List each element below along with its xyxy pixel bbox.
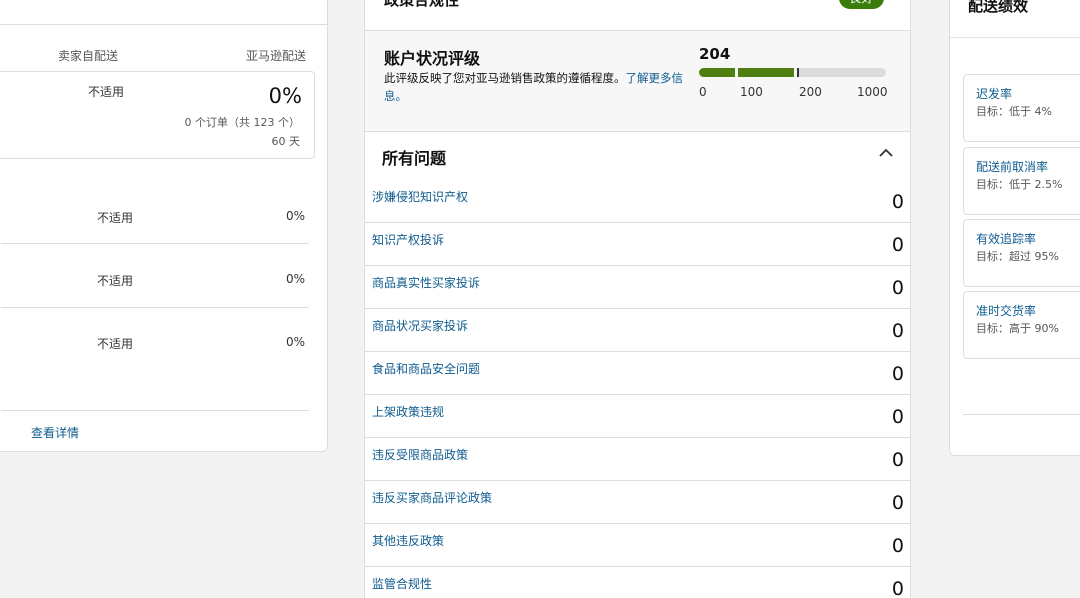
- issue-link[interactable]: 涉嫌侵犯知识产权: [372, 188, 468, 205]
- metric-target: 目标：低于 2.5%: [976, 178, 1063, 191]
- seller-fulfilled-value: 不适用: [96, 274, 133, 288]
- issue-row: 涉嫌侵犯知识产权 0: [365, 180, 910, 223]
- issue-link[interactable]: 监管合规性: [372, 575, 432, 592]
- fulfillment-panel: 卖家自配送 亚马逊配送 不适用 0% 0 个订单（共 123 个） 60 天 不…: [0, 0, 329, 452]
- issue-link[interactable]: 食品和商品安全问题: [372, 360, 480, 377]
- time-window: 60 天: [271, 135, 301, 148]
- view-details-link[interactable]: 查看详情: [31, 424, 79, 441]
- amazon-fulfilled-value: 0%: [285, 272, 305, 286]
- score-bar-segment-filled: [738, 68, 794, 77]
- amazon-fulfilled-value: 0%: [285, 335, 305, 349]
- shipping-performance-panel: 配送绩效 迟发率 目标：低于 4% 配送前取消率 目标：低于 2.5% 有效追踪…: [949, 0, 1080, 456]
- metric-card-late-shipment[interactable]: 迟发率 目标：低于 4%: [963, 74, 1080, 142]
- seller-fulfilled-value: 不适用: [87, 85, 124, 99]
- metric-row: 不适用 0%: [1, 209, 309, 237]
- scale-tick: 0: [699, 85, 707, 99]
- scale-tick: 200: [799, 85, 822, 99]
- issue-count: 0: [891, 191, 904, 213]
- panel-title: 配送绩效: [968, 0, 1029, 15]
- panel-header: [0, 1, 329, 25]
- defect-rate-card: 不适用 0% 0 个订单（共 123 个） 60 天: [0, 71, 315, 159]
- issue-link[interactable]: 违反受限商品政策: [372, 446, 468, 463]
- issue-link[interactable]: 知识产权投诉: [372, 231, 444, 248]
- status-badge: 良好: [839, 0, 884, 9]
- panel-title: 政策合规性: [384, 0, 460, 9]
- order-count: 0 个订单（共 123 个）: [184, 116, 300, 129]
- divider: [963, 414, 1080, 415]
- issue-count: 0: [891, 234, 904, 256]
- metric-name: 准时交货率: [976, 304, 1037, 318]
- issue-count: 0: [891, 363, 904, 385]
- divider: [1, 307, 309, 308]
- all-issues-title: 所有问题: [382, 149, 447, 168]
- issue-count: 0: [891, 535, 904, 557]
- ahr-score: 204: [699, 45, 731, 63]
- issue-link[interactable]: 商品真实性买家投诉: [372, 274, 480, 291]
- divider: [950, 37, 1080, 38]
- seller-fulfilled-value: 不适用: [96, 211, 133, 225]
- issue-count: 0: [891, 320, 904, 342]
- issue-count: 0: [891, 277, 904, 299]
- policy-compliance-panel: 政策合规性 良好 账户状况评级 此评级反映了您对亚马逊销售政策的遵循程度。了解更…: [364, 0, 911, 598]
- issue-row: 商品真实性买家投诉 0: [365, 266, 910, 309]
- column-header-seller-fulfilled: 卖家自配送: [58, 49, 119, 63]
- metric-target: 目标：超过 95%: [976, 250, 1059, 263]
- metric-row: 不适用 0%: [1, 272, 309, 300]
- score-bar-segment-critical: [699, 68, 735, 77]
- issue-row: 其他违反政策 0: [365, 524, 910, 567]
- seller-fulfilled-value: 不适用: [96, 337, 133, 351]
- amazon-fulfilled-value: 0%: [285, 209, 305, 223]
- issue-row: 违反买家商品评论政策 0: [365, 481, 910, 524]
- issue-count: 0: [891, 406, 904, 428]
- metric-name: 有效追踪率: [976, 232, 1037, 246]
- ahr-title: 账户状况评级: [384, 49, 481, 68]
- score-bar-segment-empty: [799, 68, 886, 77]
- metric-target: 目标：高于 90%: [976, 322, 1059, 335]
- chevron-up-icon[interactable]: [877, 146, 895, 160]
- issue-count: 0: [891, 578, 904, 598]
- metric-card-on-time-delivery[interactable]: 准时交货率 目标：高于 90%: [963, 291, 1080, 359]
- metric-card-valid-tracking[interactable]: 有效追踪率 目标：超过 95%: [963, 219, 1080, 287]
- metric-name: 迟发率: [976, 87, 1013, 101]
- divider: [1, 243, 309, 244]
- issue-count: 0: [891, 449, 904, 471]
- issue-link[interactable]: 违反买家商品评论政策: [372, 489, 492, 506]
- amazon-fulfilled-rate: 0%: [268, 84, 302, 108]
- account-health-rating: 账户状况评级 此评级反映了您对亚马逊销售政策的遵循程度。了解更多信息。 204 …: [365, 30, 910, 132]
- metric-card-pre-fulfillment-cancel[interactable]: 配送前取消率 目标：低于 2.5%: [963, 147, 1080, 215]
- issue-row: 商品状况买家投诉 0: [365, 309, 910, 352]
- column-header-amazon-fulfilled: 亚马逊配送: [246, 49, 307, 63]
- issue-link[interactable]: 其他违反政策: [372, 532, 444, 549]
- issue-count: 0: [891, 492, 904, 514]
- ahr-description-text: 此评级反映了您对亚马逊销售政策的遵循程度。: [384, 71, 626, 85]
- issue-link[interactable]: 上架政策违规: [372, 403, 444, 420]
- metric-target: 目标：低于 4%: [976, 105, 1052, 118]
- metric-name: 配送前取消率: [976, 160, 1049, 174]
- ahr-description: 此评级反映了您对亚马逊销售政策的遵循程度。了解更多信息。: [384, 69, 684, 105]
- issue-link[interactable]: 商品状况买家投诉: [372, 317, 468, 334]
- issue-row: 知识产权投诉 0: [365, 223, 910, 266]
- scale-tick: 1000: [857, 85, 888, 99]
- scale-tick: 100: [740, 85, 763, 99]
- metric-row: 不适用 0%: [1, 335, 309, 363]
- divider: [1, 410, 309, 411]
- ahr-score-bar: [699, 68, 886, 77]
- issue-row: 食品和商品安全问题 0: [365, 352, 910, 395]
- issue-row: 上架政策违规 0: [365, 395, 910, 438]
- issue-row: 违反受限商品政策 0: [365, 438, 910, 481]
- issue-row: 监管合规性 0: [365, 567, 910, 598]
